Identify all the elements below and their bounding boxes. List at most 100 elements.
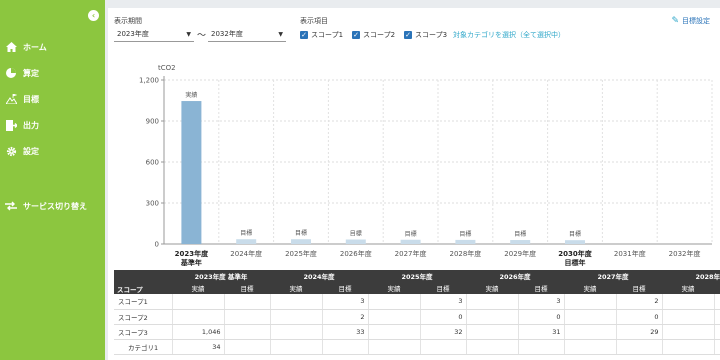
year-column-header: 2024年度	[303, 273, 335, 281]
x-tick-label: 2025年度	[285, 249, 317, 258]
table-cell	[270, 339, 323, 355]
sidebar: ‹ ホーム 算定 目標 出力 設定 サービス切り替え	[0, 0, 105, 360]
sidebar-item-settings[interactable]: 設定	[5, 144, 39, 158]
row-label: スコープ1	[114, 294, 173, 310]
bar-2027年度	[400, 239, 421, 244]
bar-2026年度	[345, 239, 366, 244]
sidebar-item-label: サービス切り替え	[23, 201, 87, 211]
actual-column-header: 実績	[681, 285, 695, 293]
y-tick-label: 1,200	[139, 77, 159, 85]
table-cell	[564, 324, 617, 340]
x-tick-label: 2029年度	[504, 249, 536, 258]
x-tick-label: 2031年度	[614, 249, 646, 258]
target-column-header: 目標	[632, 285, 646, 293]
bar-label: 目標	[240, 229, 252, 237]
bar-2023年度	[181, 101, 202, 245]
sidebar-item-label: 出力	[23, 120, 39, 130]
table-cell	[714, 309, 720, 325]
table-cell	[224, 339, 271, 355]
table-cell	[466, 294, 519, 310]
gear-icon	[5, 145, 17, 157]
table-cell	[224, 294, 271, 310]
actual-column-header: 実績	[485, 285, 499, 293]
sidebar-item-service-switch[interactable]: サービス切り替え	[5, 199, 87, 213]
y-tick-label: 600	[146, 159, 159, 167]
target-column-header: 目標	[534, 285, 548, 293]
table-cell	[368, 309, 421, 325]
table-cell	[368, 324, 421, 340]
table-row: スコープ3 1,046 33 32 31 29	[114, 324, 720, 340]
table-cell: 33	[322, 324, 369, 340]
year-column-header: 2028年度	[695, 273, 720, 281]
bar-label: 目標	[295, 229, 307, 237]
actual-column-header: 実績	[191, 285, 205, 293]
table-cell	[518, 339, 565, 355]
table-row: スコープ1 3 3 3 2	[114, 294, 720, 310]
x-tick-label: 2026年度	[340, 249, 372, 258]
table-cell: 31	[518, 324, 565, 340]
table-cell	[466, 309, 519, 325]
target-column-header: 目標	[436, 285, 450, 293]
x-tick-label: 2032年度	[669, 249, 701, 258]
data-table: スコープ 2023年度 基準年 2024年度 2025年度 2026年度 2027年度 20…	[114, 270, 720, 355]
emissions-chart: tCO203006009001,200実績2023年度基準年目標2024年度目標…	[139, 64, 713, 266]
sidebar-item-label: ホーム	[23, 42, 47, 52]
target-column-header: 目標	[338, 285, 352, 293]
bar-2028年度	[455, 239, 476, 244]
table-cell	[420, 339, 467, 355]
sidebar-item-label: 目標	[23, 94, 39, 104]
year-column-header: 2025年度	[401, 273, 433, 281]
table-cell	[564, 294, 617, 310]
pie-chart-icon	[5, 67, 17, 79]
table-cell	[714, 339, 720, 355]
switch-icon	[5, 200, 17, 212]
x-tick-label: 2028年度	[449, 249, 481, 258]
sidebar-item-output[interactable]: 出力	[5, 118, 39, 132]
sidebar-item-home[interactable]: ホーム	[5, 40, 47, 54]
table-cell: 3	[420, 294, 467, 310]
table-cell	[466, 324, 519, 340]
chevron-left-icon: ‹	[91, 11, 96, 20]
mountain-flag-icon	[5, 93, 17, 105]
table-cell	[270, 309, 323, 325]
table-cell	[662, 294, 715, 310]
bar-label: 目標	[405, 230, 417, 238]
sidebar-item-calc[interactable]: 算定	[5, 66, 39, 80]
table-cell	[564, 339, 617, 355]
table-cell	[368, 294, 421, 310]
table-cell: 34	[172, 339, 225, 355]
table-cell	[662, 339, 715, 355]
bar-label: 目標	[569, 230, 581, 238]
y-axis-label: tCO2	[158, 64, 176, 72]
x-tick-label: 2030年度	[558, 249, 592, 258]
year-column-header: 2023年度 基準年	[194, 273, 248, 281]
table-cell	[322, 339, 369, 355]
bar-label: 目標	[459, 230, 471, 238]
table-cell: 3	[322, 294, 369, 310]
collapse-sidebar-button[interactable]: ‹	[88, 10, 99, 21]
bar-2024年度	[236, 239, 257, 244]
table-cell	[270, 294, 323, 310]
table-cell	[662, 309, 715, 325]
sidebar-item-target[interactable]: 目標	[5, 92, 39, 106]
sidebar-item-label: 設定	[23, 146, 39, 156]
table-cell	[270, 324, 323, 340]
bar-2025年度	[291, 239, 311, 244]
table-cell	[368, 339, 421, 355]
export-icon	[5, 119, 17, 131]
table-cell	[714, 294, 720, 310]
table-cell: 29	[616, 324, 663, 340]
table-cell: 3	[518, 294, 565, 310]
table-cell: 0	[616, 309, 663, 325]
scope-column-header: スコープ	[117, 286, 143, 294]
table-cell: 0	[420, 309, 467, 325]
table-row: カテゴリ1 34	[114, 339, 720, 355]
table-cell	[564, 309, 617, 325]
table-cell	[172, 309, 225, 325]
sidebar-item-label: 算定	[23, 68, 39, 78]
x-tick-label: 2024年度	[230, 249, 262, 258]
bar-label: 実績	[185, 91, 197, 99]
table-cell: 1,046	[172, 324, 225, 340]
x-tick-sublabel: 基準年	[180, 258, 202, 266]
table-cell	[224, 324, 271, 340]
